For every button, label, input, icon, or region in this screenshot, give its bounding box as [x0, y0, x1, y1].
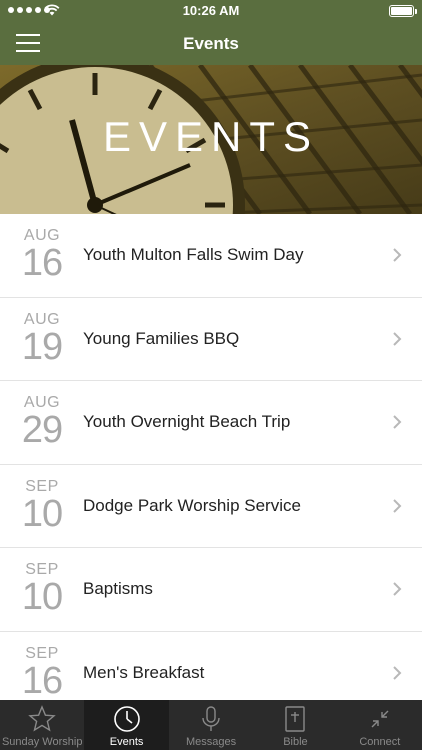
event-day: 16: [21, 242, 63, 284]
event-date: SEP 10: [18, 478, 66, 535]
event-name: Youth Multon Falls Swim Day: [83, 245, 304, 264]
event-day: 10: [21, 492, 63, 535]
event-row[interactable]: SEP 10 Dodge Park Worship Service: [0, 465, 422, 548]
event-day: 29: [21, 409, 63, 451]
event-name: Young Families BBQ: [83, 328, 240, 348]
event-date: SEP 10: [18, 562, 66, 618]
status-bar: 10:26 AM: [0, 0, 422, 22]
event-date: AUG 29: [18, 395, 66, 451]
connect-arrows-icon: [371, 710, 389, 728]
events-hero-banner: EVENTS: [0, 65, 422, 214]
event-row[interactable]: AUG 19 Young Families BBQ: [0, 298, 422, 381]
bible-icon: [285, 706, 306, 732]
event-date: AUG 19: [18, 311, 66, 368]
tab-label: Connect: [359, 736, 401, 748]
tab-bible[interactable]: Bible: [253, 700, 337, 750]
tab-label: Messages: [185, 736, 237, 748]
tab-events[interactable]: Events: [84, 700, 169, 750]
clock-icon: [113, 706, 140, 732]
event-date: AUG 16: [18, 228, 66, 284]
event-row[interactable]: AUG 16 Youth Multon Falls Swim Day: [0, 214, 422, 298]
tab-label: Events: [109, 736, 144, 748]
tab-sunday-worship[interactable]: Sunday Worship: [0, 700, 84, 750]
event-name: Men's Breakfast: [83, 662, 205, 682]
chevron-right-icon: [393, 582, 402, 596]
chevron-right-icon: [393, 248, 402, 262]
star-icon: [28, 705, 56, 732]
event-name: Youth Overnight Beach Trip: [83, 412, 291, 431]
event-day: 19: [21, 325, 63, 368]
event-name: Dodge Park Worship Service: [83, 495, 301, 515]
event-name: Baptisms: [83, 579, 153, 598]
battery-icon: [389, 5, 417, 17]
chevron-right-icon: [393, 415, 402, 429]
event-date: SEP 16: [18, 645, 66, 700]
event-row[interactable]: AUG 29 Youth Overnight Beach Trip: [0, 381, 422, 465]
tab-connect[interactable]: Connect: [338, 700, 422, 750]
hero-heading: EVENTS: [102, 113, 320, 160]
tab-label: Sunday Worship: [1, 736, 83, 748]
event-day: 10: [21, 576, 63, 618]
navigation-bar: Events: [0, 22, 422, 65]
event-row[interactable]: SEP 16 Men's Breakfast: [0, 632, 422, 701]
events-list: AUG 16 Youth Multon Falls Swim Day AUG 1…: [0, 214, 422, 700]
microphone-icon: [202, 706, 220, 731]
event-day: 16: [21, 659, 63, 700]
tab-label: Bible: [283, 736, 308, 748]
tab-messages[interactable]: Messages: [169, 700, 253, 750]
page-title: Events: [183, 34, 239, 53]
chevron-right-icon: [393, 498, 402, 513]
status-time: 10:26 AM: [182, 3, 240, 18]
chevron-right-icon: [393, 331, 402, 346]
event-row[interactable]: SEP 10 Baptisms: [0, 548, 422, 632]
chevron-right-icon: [393, 665, 402, 680]
tab-bar: Sunday Worship Events Messages Bible Con…: [0, 700, 422, 750]
